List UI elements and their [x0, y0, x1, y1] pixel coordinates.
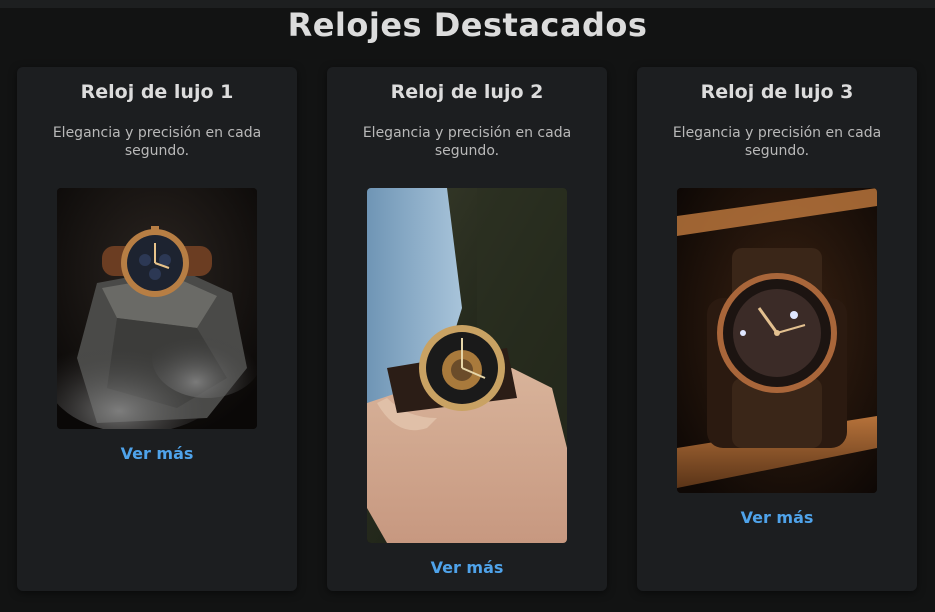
product-image[interactable]	[367, 188, 567, 543]
see-more-link[interactable]: Ver más	[637, 508, 917, 527]
product-description: Elegancia y precisión en cada segundo.	[672, 125, 882, 159]
product-image[interactable]	[677, 188, 877, 493]
product-title: Reloj de lujo 2	[390, 81, 544, 103]
product-image[interactable]	[57, 188, 257, 429]
product-title: Reloj de lujo 3	[700, 81, 854, 103]
page-title: Relojes Destacados	[287, 6, 648, 44]
see-more-link[interactable]: Ver más	[17, 444, 297, 463]
product-card-3: Reloj de lujo 3 Elegancia y precisión en…	[637, 67, 917, 591]
product-title: Reloj de lujo 1	[80, 81, 234, 103]
product-card-1: Reloj de lujo 1 Elegancia y precisión en…	[17, 67, 297, 591]
see-more-link[interactable]: Ver más	[327, 558, 607, 577]
product-card-2: Reloj de lujo 2 Elegancia y precisión en…	[327, 67, 607, 591]
product-description: Elegancia y precisión en cada segundo.	[362, 125, 572, 159]
product-description: Elegancia y precisión en cada segundo.	[52, 125, 262, 159]
